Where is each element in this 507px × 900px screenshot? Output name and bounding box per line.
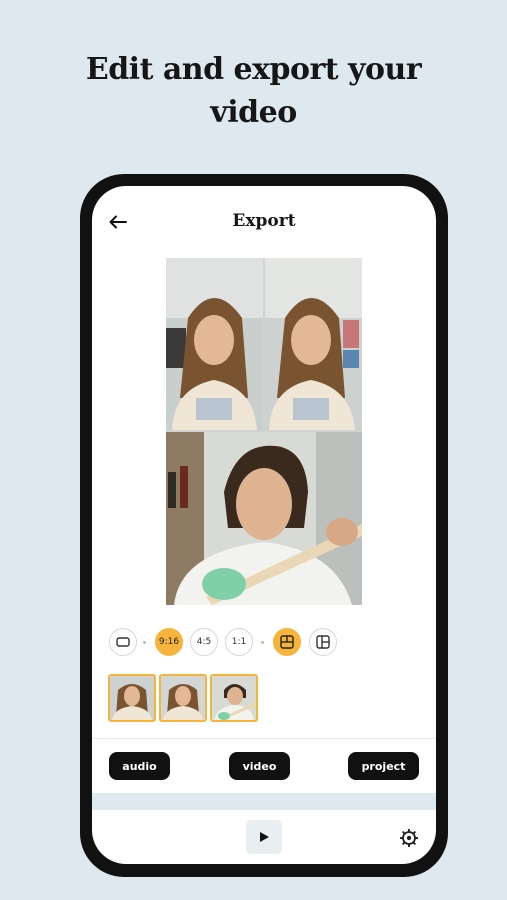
video-preview[interactable] [166,258,362,605]
ratio-1-1-button[interactable]: 1:1 [225,628,253,656]
gear-icon [400,829,418,847]
divider [92,738,436,739]
preview-clip-2 [265,258,362,430]
layout-stacked-button[interactable] [273,628,301,656]
settings-button[interactable] [398,827,420,849]
separator-dot [143,641,146,644]
headline: Edit and export your video [0,48,507,134]
ratio-landscape-button[interactable] [109,628,137,656]
top-bar: Export [92,186,436,258]
export-project-button[interactable]: project [348,752,419,780]
export-audio-button[interactable]: audio [109,752,170,780]
landscape-rect-icon [116,637,130,647]
headline-line-2: video [210,95,297,130]
clip-thumbnail-2[interactable] [159,674,207,722]
layout-stacked-icon [280,635,294,649]
headline-line-1: Edit and export your [85,52,422,87]
layout-grid-icon [316,635,330,649]
ratio-9-16-button[interactable]: 9:16 [155,628,183,656]
clip-thumbnail-3[interactable] [210,674,258,722]
layout-grid-button[interactable] [309,628,337,656]
play-button[interactable] [246,820,282,854]
phone-screen: Export 9:16 4:5 1:1 audio video project [92,186,436,864]
clip-thumbnails [108,674,308,722]
separator-dot [261,641,264,644]
preview-clip-3 [166,432,362,605]
clip-thumbnail-1[interactable] [108,674,156,722]
screen-title: Export [232,211,296,231]
preview-clip-1 [166,258,263,430]
ratio-4-5-button[interactable]: 4:5 [190,628,218,656]
timeline-band [92,793,436,810]
play-icon [260,832,269,842]
aspect-ratio-row: 9:16 4:5 1:1 [107,628,427,658]
export-video-button[interactable]: video [229,752,290,780]
